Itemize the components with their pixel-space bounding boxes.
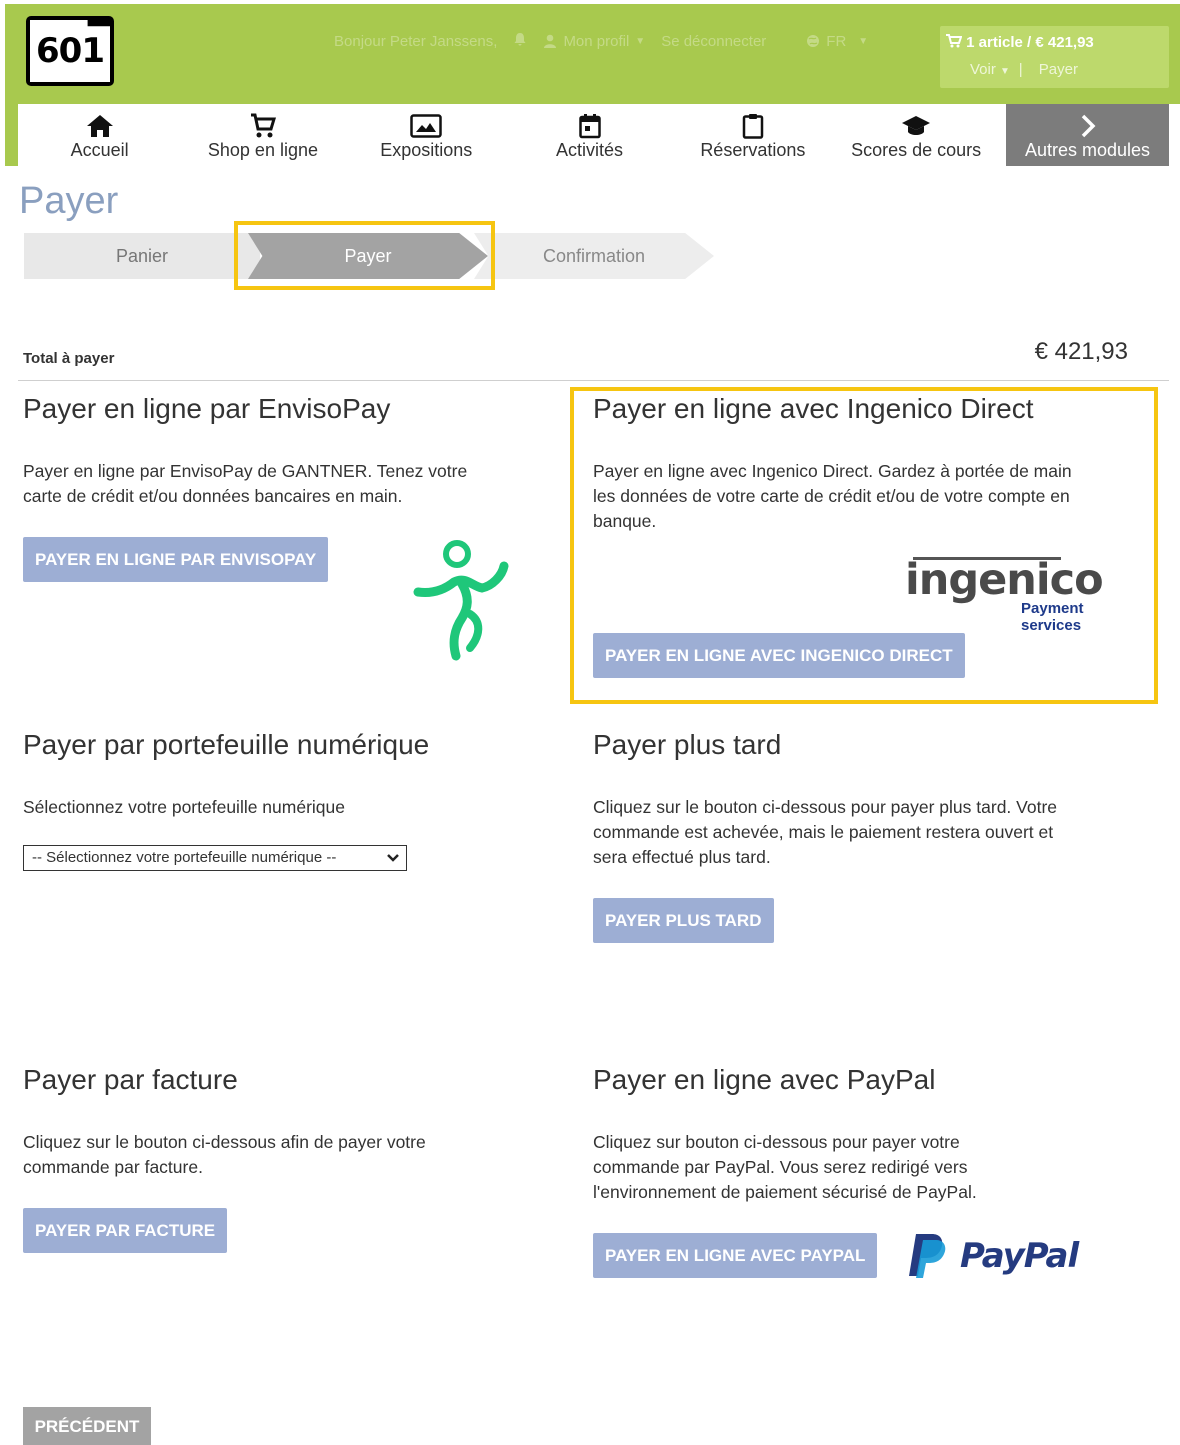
total-value: € 421,93 xyxy=(1034,338,1128,365)
logout-link[interactable]: Se déconnecter xyxy=(661,33,766,50)
highlight-ingenico xyxy=(570,387,1158,704)
previous-button[interactable]: PRÉCÉDENT xyxy=(23,1407,151,1445)
nav-label: Expositions xyxy=(380,140,473,160)
globe-icon xyxy=(807,35,820,47)
step-panier[interactable]: Panier xyxy=(24,233,260,279)
mini-cart[interactable]: 1 article / € 421,93 Voir ▼ | Payer xyxy=(940,26,1169,88)
cart-separator: | xyxy=(1018,61,1023,78)
section-title: Payer en ligne par EnvisoPay xyxy=(23,393,391,424)
home-icon xyxy=(86,112,114,140)
paypal-button[interactable]: PAYER EN LIGNE AVEC PAYPAL xyxy=(593,1233,878,1278)
section-text: Cliquez sur bouton ci-dessous pour payer… xyxy=(593,1132,977,1202)
invoice-button[interactable]: PAYER PAR FACTURE xyxy=(23,1208,228,1253)
graduation-cap-icon xyxy=(901,112,931,140)
calendar-icon xyxy=(578,112,601,140)
section-text: Cliquez sur le bouton ci-dessous afin de… xyxy=(23,1132,426,1177)
cart-actions: Voir ▼ | Payer xyxy=(970,61,1078,78)
nav-item-accueil[interactable]: Accueil xyxy=(18,104,181,166)
image-icon xyxy=(410,112,442,140)
section-invoice: Payer par facture Cliquez sur le bouton … xyxy=(23,1064,563,1253)
envisopay-button[interactable]: PAYER EN LIGNE PAR ENVISOPAY xyxy=(23,537,329,582)
profile-label: Mon profil xyxy=(563,32,630,50)
section-wallet: Payer par portefeuille numérique Sélecti… xyxy=(23,729,563,820)
nav-label: Accueil xyxy=(70,140,129,160)
profile-link[interactable]: Mon profil ▼ xyxy=(543,33,645,50)
cart-icon xyxy=(946,34,966,51)
cart-icon xyxy=(250,112,276,140)
section-title: Payer par portefeuille numérique xyxy=(23,729,430,760)
paypal-logo-text: PayPal xyxy=(960,1236,1079,1276)
clipboard-icon xyxy=(742,112,764,140)
user-icon xyxy=(544,34,557,48)
nav-item-more-modules[interactable]: Autres modules xyxy=(1006,104,1169,166)
paypal-logo: PayPal xyxy=(908,1232,1088,1280)
nav-item-activites[interactable]: Activités xyxy=(508,104,671,166)
chevron-right-icon xyxy=(1080,112,1096,140)
section-text: Payer en ligne par EnvisoPay de GANTNER.… xyxy=(23,461,468,506)
nav-more-label: Autres modules xyxy=(1024,140,1151,160)
bell-icon[interactable] xyxy=(513,32,527,50)
pay-later-button[interactable]: PAYER PLUS TARD xyxy=(593,898,774,943)
chevron-down-icon xyxy=(386,846,400,877)
nav-item-expositions[interactable]: Expositions xyxy=(345,104,508,166)
main-nav: Accueil Shop en ligne Expositions Activi… xyxy=(18,104,998,166)
language-label: FR xyxy=(826,32,847,50)
cart-pay-link[interactable]: Payer xyxy=(1039,61,1078,78)
header-user-links: Bonjour Peter Janssens, Mon profil ▼ Se … xyxy=(334,32,868,50)
cart-summary-row: 1 article / € 421,93 xyxy=(946,34,1094,51)
envisopay-logo-icon xyxy=(410,536,514,667)
chevron-down-icon: ▼ xyxy=(635,35,646,47)
header-accent-strip xyxy=(5,104,18,166)
section-pay-later: Payer plus tard Cliquez sur le bouton ci… xyxy=(593,729,1133,943)
section-title: Payer par facture xyxy=(23,1064,238,1095)
nav-item-shop[interactable]: Shop en ligne xyxy=(181,104,344,166)
paypal-p-icon xyxy=(909,1234,946,1278)
divider xyxy=(18,380,1169,381)
total-label: Total à payer xyxy=(23,350,115,367)
nav-label: Scores de cours xyxy=(851,140,982,160)
language-selector[interactable]: FR ▼ xyxy=(806,33,868,50)
logo-shape: 601 xyxy=(30,20,110,82)
nav-label: Réservations xyxy=(700,140,806,160)
site-logo[interactable]: 601 xyxy=(26,16,114,86)
page-title: Payer xyxy=(19,180,119,222)
nav-label: Activités xyxy=(556,140,624,160)
chevron-down-icon: ▼ xyxy=(858,35,869,47)
section-title: Payer en ligne avec PayPal xyxy=(593,1064,936,1095)
section-text: Cliquez sur le bouton ci-dessous pour pa… xyxy=(593,797,1058,867)
wallet-select[interactable]: -- Sélectionnez votre portefeuille numér… xyxy=(23,845,407,871)
section-text: Sélectionnez votre portefeuille numériqu… xyxy=(23,797,345,817)
cart-view-link[interactable]: Voir xyxy=(970,61,996,78)
wallet-select-value: -- Sélectionnez votre portefeuille numér… xyxy=(32,849,337,866)
highlight-active-step xyxy=(234,221,495,290)
nav-label: Shop en ligne xyxy=(207,140,318,160)
greeting-text: Bonjour Peter Janssens, xyxy=(334,32,498,50)
logo-text: 601 xyxy=(36,31,105,71)
section-title: Payer plus tard xyxy=(593,729,782,760)
nav-item-scores[interactable]: Scores de cours xyxy=(834,104,997,166)
cart-summary: 1 article / € 421,93 xyxy=(966,34,1094,51)
nav-item-reservations[interactable]: Réservations xyxy=(671,104,834,166)
step-confirmation: Confirmation xyxy=(474,233,714,279)
chevron-down-icon: ▼ xyxy=(1000,66,1013,77)
